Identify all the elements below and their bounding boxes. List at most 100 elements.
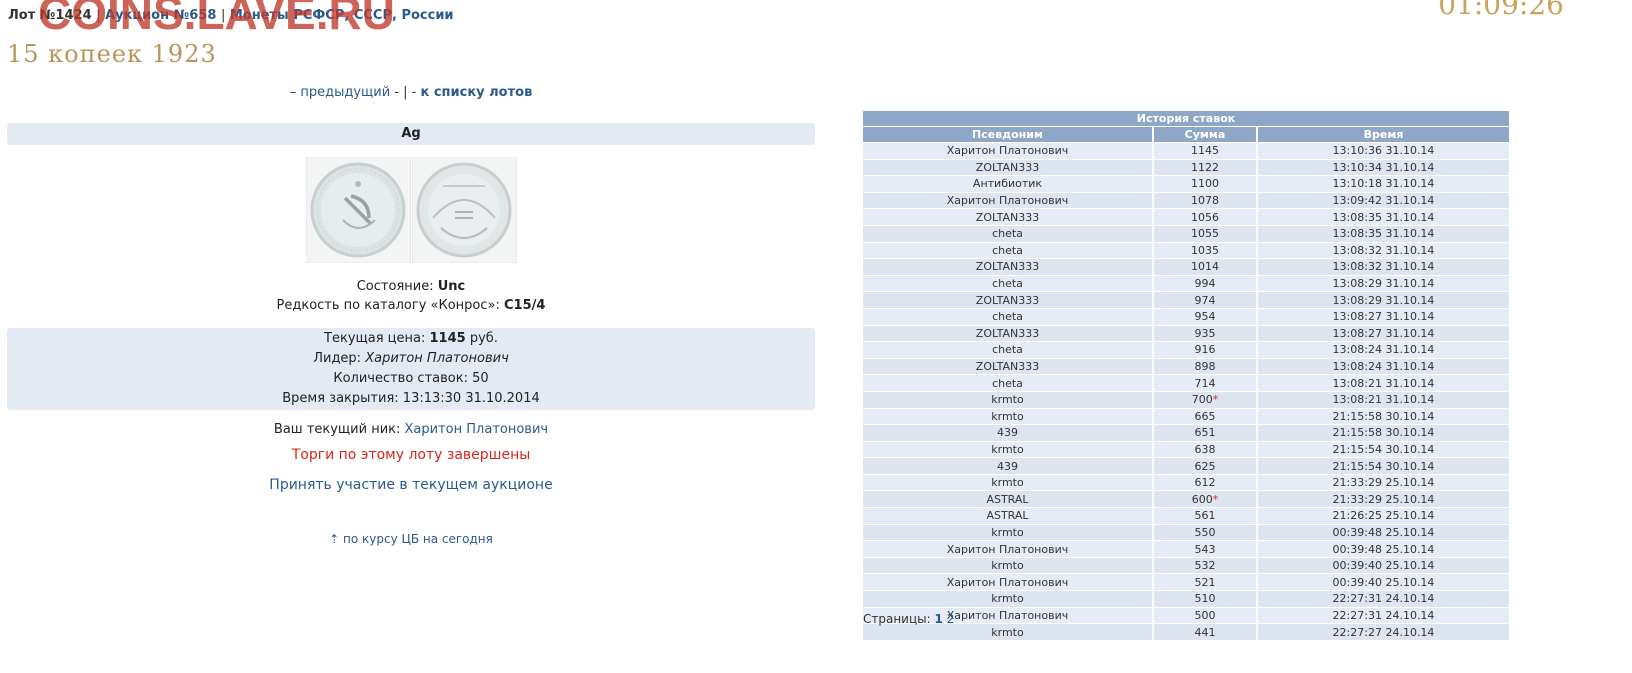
bid-row: ZOLTAN333 1056 13:08:35 31.10.14 — [863, 208, 1509, 226]
exchange-rate-line: ⇡ по курсу ЦБ на сегодня — [0, 532, 822, 546]
bid-sum-cell: 898 — [1153, 357, 1258, 375]
bid-sum-cell: 954 — [1153, 307, 1258, 326]
condition-value: Unc — [437, 279, 466, 294]
bid-row: krmto 612 21:33:29 25.10.14 — [863, 473, 1509, 491]
bid-sum: 1145 — [1191, 144, 1219, 158]
join-auction-link[interactable]: Принять участие в текущем аукционе — [0, 477, 822, 493]
bid-time: 21:33:29 25.10.14 — [1257, 490, 1509, 508]
bid-nick: cheta — [863, 241, 1154, 259]
bid-row: Харитон Платонович 521 00:39:40 25.10.14 — [863, 573, 1509, 591]
bid-time: 13:08:29 31.10.14 — [1257, 274, 1509, 292]
site-watermark: COINS.LAVE.RU — [38, 0, 395, 39]
bid-time: 21:33:29 25.10.14 — [1257, 473, 1509, 491]
price-value: 1145 — [429, 331, 466, 346]
bid-row: cheta 1055 13:08:35 31.10.14 — [863, 224, 1509, 243]
bid-sum: 974 — [1194, 293, 1216, 307]
bid-nick: ZOLTAN333 — [863, 324, 1154, 342]
page-link-1[interactable]: 1 — [935, 612, 943, 626]
bid-sum: 935 — [1194, 326, 1216, 340]
bid-nick: krmto — [863, 523, 1154, 541]
leader-value: Харитон Платонович — [365, 351, 509, 366]
pagination: Страницы: 1 2 — [863, 612, 954, 626]
bid-nick: krmto — [863, 590, 1154, 608]
closing-time-line: Время закрытия: 13:13:30 31.10.2014 — [7, 389, 815, 409]
bids-count-line: Количество ставок: 50 — [7, 369, 815, 389]
bid-row: ASTRAL 561 21:26:25 25.10.14 — [863, 507, 1509, 525]
current-price: Текущая цена: 1145 руб. — [7, 329, 815, 349]
bid-history-header-row: Псевдоним Сумма Время — [863, 126, 1509, 143]
bid-time: 21:15:54 30.10.14 — [1257, 440, 1509, 458]
bid-time: 13:08:32 31.10.14 — [1257, 241, 1509, 259]
bid-sum-cell: 543 — [1153, 540, 1258, 558]
bid-time: 13:09:42 31.10.14 — [1257, 191, 1509, 209]
bid-sum-cell: 974 — [1153, 291, 1258, 309]
bid-row: Харитон Платонович 543 00:39:48 25.10.14 — [863, 540, 1509, 558]
bid-time: 00:39:40 25.10.14 — [1257, 573, 1509, 591]
bid-sum: 612 — [1194, 476, 1216, 490]
column-header-nick: Псевдоним — [863, 126, 1154, 143]
bid-sum-cell: 510 — [1153, 590, 1258, 608]
bid-sum-cell: 500 — [1153, 606, 1258, 624]
metal-header: Ag — [7, 123, 815, 145]
bid-sum-cell: 550 — [1153, 523, 1258, 541]
bid-row: cheta 1035 13:08:32 31.10.14 — [863, 241, 1509, 259]
bid-sum-cell: 638 — [1153, 440, 1258, 458]
leader-line: Лидер: Харитон Платонович — [7, 349, 815, 369]
bid-nick: cheta — [863, 374, 1154, 392]
lot-list-link[interactable]: к списку лотов — [420, 85, 532, 100]
bid-sum-cell: 714 — [1153, 374, 1258, 392]
bid-sum: 1014 — [1191, 260, 1219, 274]
bid-row: cheta 954 13:08:27 31.10.14 — [863, 307, 1509, 326]
bid-sum: 550 — [1194, 525, 1216, 539]
bid-nick: Антибиотик — [863, 175, 1154, 193]
bid-sum: 543 — [1194, 542, 1216, 556]
bid-nick: ZOLTAN333 — [863, 158, 1154, 176]
bid-row: ZOLTAN333 935 13:08:27 31.10.14 — [863, 324, 1509, 342]
bids-count-label: Количество ставок: — [333, 371, 468, 386]
bid-row: Харитон Платонович 1078 13:09:42 31.10.14 — [863, 191, 1509, 209]
bid-nick: 439 — [863, 457, 1154, 475]
bid-sum-cell: 441 — [1153, 623, 1258, 640]
lot-title: 15 копеек 1923 — [7, 40, 217, 68]
bid-time: 00:39:48 25.10.14 — [1257, 523, 1509, 541]
bid-time: 00:39:48 25.10.14 — [1257, 540, 1509, 558]
bid-time: 13:08:24 31.10.14 — [1257, 357, 1509, 375]
pagination-label: Страницы: — [863, 612, 931, 626]
bid-nick: cheta — [863, 274, 1154, 292]
bid-history-body: Харитон Платонович 1145 13:10:36 31.10.14 Z… — [863, 142, 1509, 640]
coin-reverse-image[interactable] — [412, 157, 517, 263]
bid-row: Антибиотик 1100 13:10:18 31.10.14 — [863, 175, 1509, 193]
bid-row: cheta 714 13:08:21 31.10.14 — [863, 374, 1509, 392]
coin-obverse-image[interactable] — [306, 157, 411, 263]
bid-nick: cheta — [863, 307, 1154, 326]
bid-nick: krmto — [863, 473, 1154, 491]
page-link-2[interactable]: 2 — [947, 612, 955, 626]
bid-time: 13:08:21 31.10.14 — [1257, 390, 1509, 408]
price-summary: Текущая цена: 1145 руб. Лидер: Харитон П… — [7, 328, 815, 410]
bid-time: 13:08:35 31.10.14 — [1257, 224, 1509, 243]
bid-history-caption: История ставок — [863, 111, 1509, 127]
bid-sum: 600 — [1191, 492, 1213, 506]
rarity-value: C15/4 — [504, 298, 546, 313]
bid-sum: 1122 — [1191, 160, 1219, 174]
bid-sum: 625 — [1194, 459, 1216, 473]
bid-sum-cell: 1122 — [1153, 158, 1258, 176]
bid-sum: 638 — [1194, 442, 1216, 456]
bid-row: ZOLTAN333 898 13:08:24 31.10.14 — [863, 357, 1509, 375]
bid-sum: 561 — [1194, 509, 1216, 523]
exchange-rate-link[interactable]: по курсу ЦБ на сегодня — [343, 532, 493, 546]
bid-sum: 500 — [1194, 608, 1216, 622]
coin-photos — [306, 157, 517, 263]
bid-nick: krmto — [863, 407, 1154, 425]
bid-row: ZOLTAN333 1014 13:08:32 31.10.14 — [863, 258, 1509, 276]
bid-row: cheta 994 13:08:29 31.10.14 — [863, 274, 1509, 292]
nick-link[interactable]: Харитон Платонович — [405, 422, 549, 437]
bid-nick: krmto — [863, 556, 1154, 574]
bid-row: krmto 550 00:39:48 25.10.14 — [863, 523, 1509, 541]
bid-row: ZOLTAN333 1122 13:10:34 31.10.14 — [863, 158, 1509, 176]
rate-arrow-icon: ⇡ — [329, 532, 340, 546]
bid-sum-cell: 935 — [1153, 324, 1258, 342]
bid-sum: 898 — [1194, 360, 1216, 374]
bid-nick: krmto — [863, 623, 1154, 640]
previous-lot-link[interactable]: предыдущий — [300, 85, 390, 100]
